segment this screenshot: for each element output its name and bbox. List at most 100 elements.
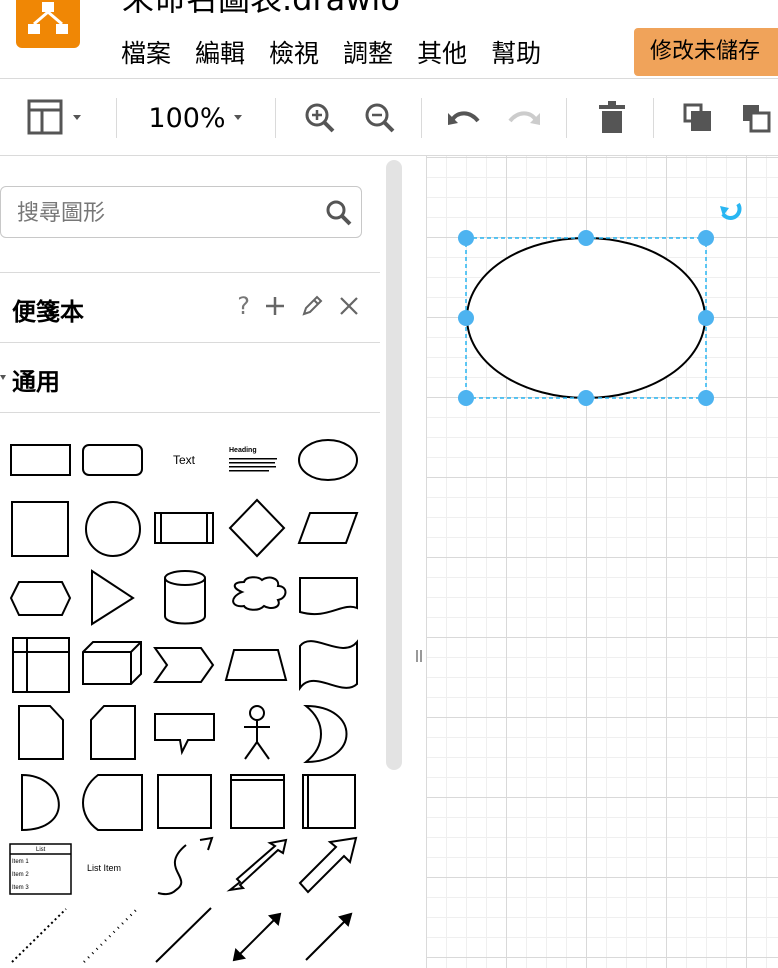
general-section-header[interactable]: 通用 bbox=[0, 344, 380, 412]
title-bar: 未命名圖表.drawio 檔案 編輯 檢視 調整 其他 幫助 修改未儲存 bbox=[0, 0, 778, 78]
zoom-out-button[interactable] bbox=[360, 98, 400, 138]
shape-rectangle[interactable] bbox=[10, 444, 71, 476]
shape-card[interactable] bbox=[90, 705, 136, 760]
sidebar-scrollbar[interactable] bbox=[386, 160, 402, 770]
toolbar: 100% bbox=[0, 80, 778, 154]
toolbar-separator bbox=[275, 98, 276, 138]
menu-arrange[interactable]: 調整 bbox=[343, 34, 393, 70]
edit-icon[interactable] bbox=[300, 294, 324, 318]
menu-help[interactable]: 幫助 bbox=[491, 34, 541, 70]
sidebar-divider bbox=[0, 272, 380, 273]
add-icon[interactable] bbox=[264, 295, 286, 317]
scratchpad-header[interactable]: 便箋本 ? bbox=[0, 274, 380, 342]
shape-rounded-rectangle[interactable] bbox=[82, 444, 143, 476]
close-icon[interactable] bbox=[338, 295, 360, 317]
resize-handle-e[interactable] bbox=[698, 310, 714, 326]
resize-handle-sw[interactable] bbox=[458, 390, 474, 406]
shape-bidirectional-arrow[interactable] bbox=[226, 838, 288, 892]
shape-curve[interactable] bbox=[157, 844, 187, 896]
shape-heading-title[interactable]: Heading bbox=[229, 447, 257, 454]
shape-search-input[interactable] bbox=[15, 197, 319, 229]
shape-cylinder[interactable] bbox=[164, 570, 206, 625]
menu-view[interactable]: 檢視 bbox=[269, 34, 319, 70]
resize-handle-s[interactable] bbox=[578, 390, 594, 406]
shape-note[interactable] bbox=[18, 705, 64, 760]
shape-pool[interactable] bbox=[302, 774, 356, 829]
shape-directional-connector[interactable] bbox=[305, 912, 353, 961]
scratchpad-title: 便箋本 bbox=[12, 298, 84, 326]
shape-container[interactable] bbox=[230, 774, 285, 829]
shape-internal-storage[interactable] bbox=[12, 637, 70, 693]
shape-hexagon[interactable] bbox=[9, 581, 72, 616]
menu-extras[interactable]: 其他 bbox=[417, 34, 467, 70]
shape-parallelogram[interactable] bbox=[297, 512, 359, 544]
shape-actor[interactable] bbox=[244, 705, 270, 760]
search-icon[interactable] bbox=[325, 199, 353, 227]
shape-trapezoid[interactable] bbox=[224, 649, 288, 681]
format-panel-toggle-button[interactable] bbox=[26, 98, 94, 138]
list-title: List bbox=[36, 847, 46, 853]
resize-handle-ne[interactable] bbox=[698, 230, 714, 246]
chevron-down-icon bbox=[233, 115, 242, 120]
toolbar-separator bbox=[653, 98, 654, 138]
shape-circle[interactable] bbox=[85, 501, 141, 557]
titlebar-divider bbox=[0, 78, 778, 79]
sidebar-splitter-handle[interactable] bbox=[415, 648, 423, 664]
document-title[interactable]: 未命名圖表.drawio bbox=[122, 0, 400, 20]
selected-ellipse[interactable] bbox=[466, 237, 706, 399]
shape-delay[interactable] bbox=[21, 773, 60, 832]
redo-button[interactable] bbox=[504, 98, 544, 138]
resize-handle-n[interactable] bbox=[578, 230, 594, 246]
canvas-overlay bbox=[458, 202, 742, 406]
shape-or[interactable] bbox=[303, 704, 348, 764]
shape-line[interactable] bbox=[155, 907, 212, 963]
resize-handle-se[interactable] bbox=[698, 390, 714, 406]
shape-palette-labels: Text Heading List Item 1 Item 2 Item 3 L… bbox=[12, 447, 277, 891]
trash-icon bbox=[599, 101, 625, 133]
help-icon[interactable]: ? bbox=[237, 292, 250, 320]
shape-list-item[interactable]: List Item bbox=[87, 863, 121, 873]
shape-frame[interactable] bbox=[157, 774, 212, 829]
to-front-icon bbox=[683, 103, 711, 131]
menu-file[interactable]: 檔案 bbox=[121, 34, 171, 70]
shape-cloud[interactable] bbox=[232, 576, 287, 611]
shape-diamond[interactable] bbox=[228, 498, 286, 558]
shape-search-box bbox=[0, 186, 362, 238]
resize-handle-w[interactable] bbox=[458, 310, 474, 326]
to-back-icon bbox=[743, 105, 771, 133]
undo-button[interactable] bbox=[444, 98, 484, 138]
shape-tape[interactable] bbox=[299, 639, 358, 692]
toolbar-separator bbox=[421, 98, 422, 138]
shape-step[interactable] bbox=[153, 647, 215, 683]
shape-callout[interactable] bbox=[154, 713, 215, 756]
shape-text[interactable]: Text bbox=[173, 453, 196, 467]
resize-handle-nw[interactable] bbox=[458, 230, 474, 246]
shape-document[interactable] bbox=[299, 577, 358, 616]
to-back-button[interactable] bbox=[736, 98, 776, 138]
shape-ellipse[interactable] bbox=[298, 439, 358, 481]
scratchpad-actions: ? bbox=[237, 292, 360, 320]
delete-button[interactable] bbox=[592, 98, 632, 138]
shape-dotted-line[interactable] bbox=[11, 908, 67, 963]
shape-display[interactable] bbox=[82, 774, 143, 831]
unsaved-changes-button[interactable]: 修改未儲存 bbox=[634, 28, 778, 76]
menu-edit[interactable]: 編輯 bbox=[195, 34, 245, 70]
to-front-button[interactable] bbox=[678, 98, 718, 138]
shape-square[interactable] bbox=[11, 501, 69, 557]
drawio-logo bbox=[16, 0, 80, 48]
zoom-in-button[interactable] bbox=[300, 98, 340, 138]
zoom-out-icon bbox=[365, 103, 395, 133]
toolbar-separator bbox=[116, 98, 117, 138]
shape-triangle[interactable] bbox=[91, 569, 135, 626]
shape-arrow[interactable] bbox=[298, 836, 358, 894]
menu-bar: 檔案 編輯 檢視 調整 其他 幫助 bbox=[121, 34, 541, 70]
zoom-dropdown[interactable]: 100% bbox=[144, 98, 254, 138]
rotate-handle-icon[interactable] bbox=[720, 202, 742, 220]
shape-bidirectional-connector[interactable] bbox=[232, 912, 282, 962]
shape-dotted-line-sparse[interactable] bbox=[83, 909, 137, 963]
sidebar-divider bbox=[0, 412, 380, 413]
sidebar-divider bbox=[0, 342, 380, 343]
shape-cube[interactable] bbox=[82, 641, 142, 685]
shape-process[interactable] bbox=[154, 512, 214, 544]
curve-arrowhead bbox=[199, 836, 214, 851]
